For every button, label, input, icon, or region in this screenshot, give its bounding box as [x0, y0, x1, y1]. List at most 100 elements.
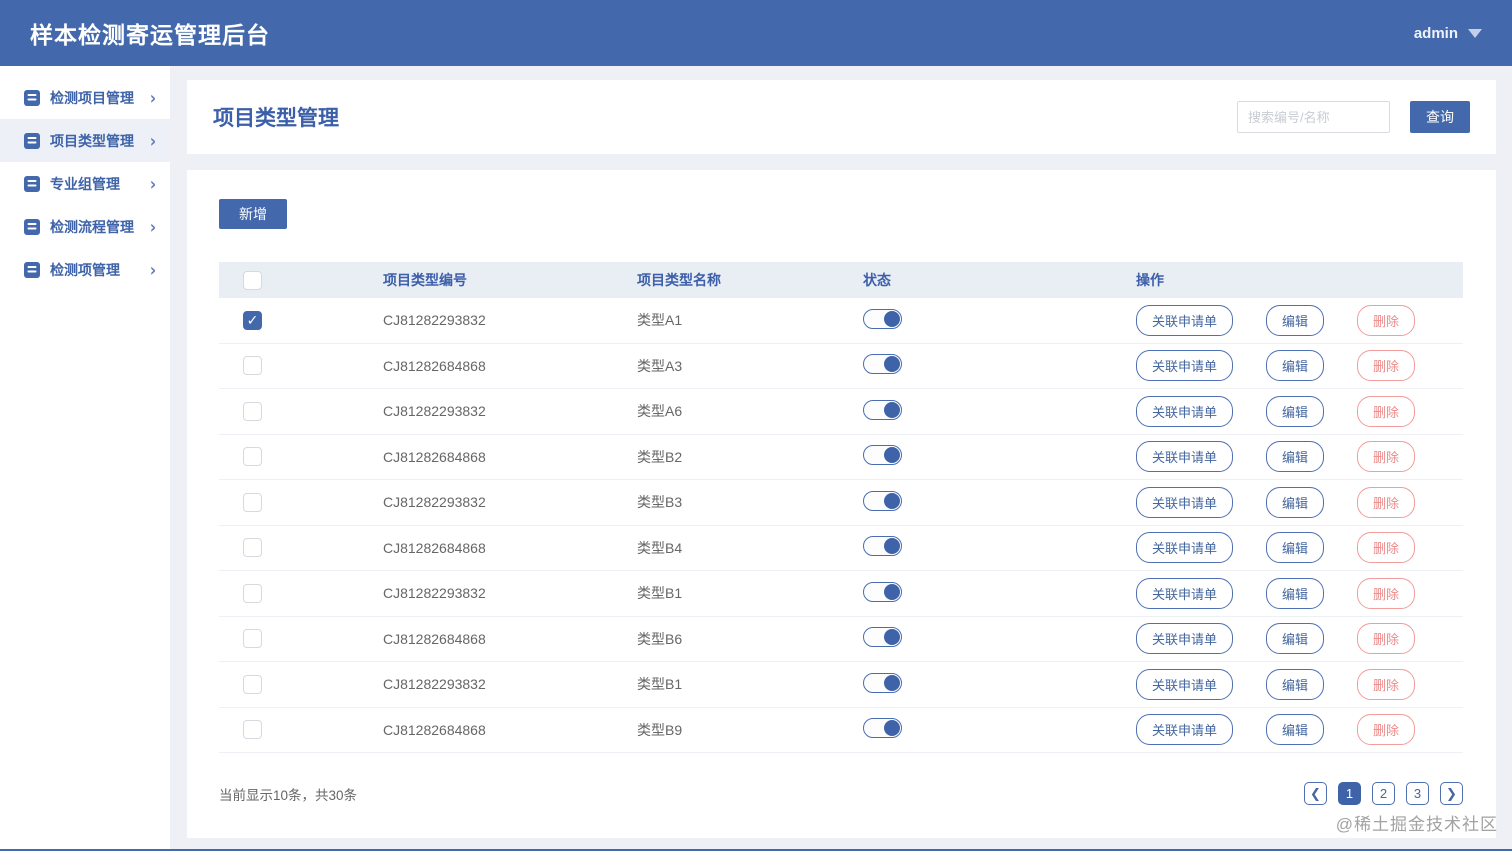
status-toggle[interactable]	[863, 536, 902, 557]
delete-button[interactable]: 删除	[1357, 623, 1416, 655]
delete-button[interactable]: 删除	[1357, 350, 1416, 382]
row-checkbox[interactable]: ✓	[243, 310, 262, 330]
relate-application-button[interactable]: 关联申请单	[1136, 577, 1234, 609]
relate-application-button[interactable]: 关联申请单	[1136, 350, 1234, 382]
relate-application-button[interactable]: 关联申请单	[1136, 441, 1234, 473]
row-name: 类型A3	[637, 357, 683, 374]
relate-application-button[interactable]: 关联申请单	[1136, 668, 1234, 700]
search-button[interactable]: 查询	[1410, 101, 1470, 133]
status-toggle[interactable]	[863, 490, 902, 511]
edit-button[interactable]: 编辑	[1266, 304, 1325, 336]
row-checkbox[interactable]	[243, 674, 262, 694]
delete-button[interactable]: 删除	[1357, 441, 1416, 473]
edit-button[interactable]: 编辑	[1266, 623, 1325, 655]
sidebar: 检测项目管理 › 项目类型管理 › 专业组管理 › 检测流程管理 › 检测项管理…	[0, 66, 170, 851]
sidebar-item-label: 专业组管理	[50, 175, 120, 192]
delete-button[interactable]: 删除	[1357, 668, 1416, 700]
row-checkbox[interactable]	[243, 720, 262, 740]
row-checkbox[interactable]	[243, 583, 262, 603]
delete-button[interactable]: 删除	[1357, 486, 1416, 518]
status-toggle[interactable]	[863, 399, 902, 420]
relate-application-button[interactable]: 关联申请单	[1136, 395, 1234, 427]
col-code: 项目类型编号	[383, 272, 467, 288]
sidebar-item-label: 项目类型管理	[50, 132, 134, 149]
relate-application-button[interactable]: 关联申请单	[1136, 486, 1234, 518]
page-button-3[interactable]: 3	[1406, 782, 1429, 805]
row-code: CJ81282684868	[383, 721, 486, 738]
chevron-right-icon: ›	[149, 172, 156, 195]
next-page-button[interactable]: ❯	[1440, 782, 1463, 805]
add-button[interactable]: 新增	[219, 199, 287, 229]
chevron-down-icon	[1468, 28, 1482, 38]
status-toggle[interactable]	[863, 627, 902, 648]
delete-button[interactable]: 删除	[1357, 714, 1416, 746]
row-checkbox[interactable]	[243, 492, 262, 512]
page-button-2[interactable]: 2	[1372, 782, 1395, 805]
edit-button[interactable]: 编辑	[1266, 714, 1325, 746]
row-checkbox[interactable]	[243, 401, 262, 421]
delete-button[interactable]: 删除	[1357, 304, 1416, 336]
status-toggle[interactable]	[863, 354, 902, 375]
table-row: CJ81282684868 类型B6 关联申请单 编辑 删除	[219, 617, 1463, 662]
edit-button[interactable]: 编辑	[1266, 486, 1325, 518]
delete-button[interactable]: 删除	[1357, 577, 1416, 609]
status-toggle[interactable]	[863, 672, 902, 693]
toggle-knob	[884, 674, 900, 691]
sidebar-item[interactable]: 专业组管理 ›	[0, 162, 170, 205]
sidebar-item[interactable]: 检测项目管理 ›	[0, 76, 170, 119]
app-title: 样本检测寄运管理后台	[30, 22, 270, 48]
row-code: CJ81282293832	[383, 494, 486, 511]
edit-button[interactable]: 编辑	[1266, 441, 1325, 473]
page-button-1[interactable]: 1	[1338, 782, 1361, 805]
sidebar-item[interactable]: 检测流程管理 ›	[0, 205, 170, 248]
table-row: ✓ CJ81282293832 类型A1 关联申请单 编辑 删除	[219, 298, 1463, 344]
table-row: CJ81282293832 类型B1 关联申请单 编辑 删除	[219, 662, 1463, 708]
app-header: 样本检测寄运管理后台 admin	[0, 0, 1512, 66]
data-table: 项目类型编号 项目类型名称 状态 操作 ✓ CJ81282293832 类型A1…	[219, 262, 1463, 753]
row-code: CJ81282684868	[383, 448, 486, 465]
sidebar-item-label: 检测项目管理	[50, 89, 134, 106]
edit-button[interactable]: 编辑	[1266, 668, 1325, 700]
row-checkbox[interactable]	[243, 629, 262, 649]
row-checkbox[interactable]	[243, 538, 262, 558]
row-checkbox[interactable]	[243, 447, 262, 467]
row-code: CJ81282293832	[383, 312, 486, 329]
user-menu[interactable]: admin	[1414, 25, 1482, 42]
table-row: CJ81282684868 类型B4 关联申请单 编辑 删除	[219, 526, 1463, 571]
row-name: 类型B6	[637, 630, 683, 647]
delete-button[interactable]: 删除	[1357, 395, 1416, 427]
select-all-checkbox[interactable]	[243, 270, 262, 290]
row-code: CJ81282684868	[383, 539, 486, 556]
status-toggle[interactable]	[863, 718, 902, 739]
relate-application-button[interactable]: 关联申请单	[1136, 623, 1234, 655]
relate-application-button[interactable]: 关联申请单	[1136, 532, 1234, 564]
status-toggle[interactable]	[863, 581, 902, 602]
relate-application-button[interactable]: 关联申请单	[1136, 304, 1234, 336]
chevron-right-icon: ›	[149, 129, 156, 152]
table-header: 项目类型编号 项目类型名称 状态 操作	[219, 262, 1463, 298]
delete-button[interactable]: 删除	[1357, 532, 1416, 564]
user-name: admin	[1413, 24, 1458, 42]
toggle-knob	[884, 401, 900, 418]
row-code: CJ81282293832	[383, 403, 486, 420]
sidebar-item[interactable]: 检测项管理 ›	[0, 248, 170, 291]
status-toggle[interactable]	[863, 445, 902, 466]
edit-button[interactable]: 编辑	[1266, 532, 1325, 564]
edit-button[interactable]: 编辑	[1266, 395, 1325, 427]
toggle-knob	[884, 492, 900, 509]
row-name: 类型B9	[637, 721, 683, 738]
edit-button[interactable]: 编辑	[1266, 577, 1325, 609]
main-area: 项目类型管理 查询 新增 项目类型编号 项目类型名称 状态 操作 ✓ CJ812…	[170, 66, 1512, 851]
sidebar-item[interactable]: 项目类型管理 ›	[0, 119, 170, 162]
edit-button[interactable]: 编辑	[1266, 350, 1325, 382]
prev-page-button[interactable]: ❮	[1304, 782, 1327, 805]
status-toggle[interactable]	[863, 308, 902, 329]
search-input[interactable]	[1237, 101, 1390, 133]
chevron-right-icon: ›	[149, 258, 156, 281]
sidebar-item-label: 检测流程管理	[50, 218, 134, 235]
pagination-summary: 当前显示10条，共30条	[219, 787, 358, 803]
row-name: 类型B4	[637, 539, 683, 556]
row-checkbox[interactable]	[243, 356, 262, 376]
relate-application-button[interactable]: 关联申请单	[1136, 714, 1234, 746]
document-icon	[24, 132, 40, 149]
